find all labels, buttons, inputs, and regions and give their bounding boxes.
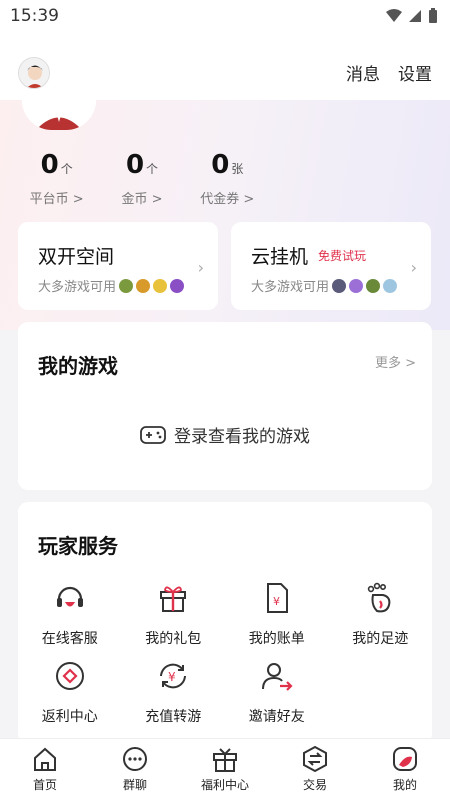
game-thumb-icon [170,278,185,293]
battery-icon [429,8,437,23]
game-thumb-icon [136,278,151,293]
game-thumb-icon [332,278,347,293]
footprint-icon [368,582,391,613]
gift-box-icon [213,748,237,772]
avatar[interactable] [18,57,50,89]
cloud-host-title-row: 云挂机 免费试玩 [251,242,366,269]
my-games-title: 我的游戏 [38,354,118,378]
trade-icon [303,745,327,773]
home-icon [34,747,56,771]
my-games-card: 我的游戏 更多 > 登录查看我的游戏 [18,322,432,490]
nav-label: 交易 [302,778,327,792]
invite-icon [261,663,293,691]
player-services-card: 玩家服务 在线客服 我的礼包 ¥ 我的账单 我的足迹 返利中心 ¥ 充值转游 邀… [18,502,432,744]
stat-label: 平台币 > [29,192,84,207]
stat-value: 0 [40,150,59,180]
profile-icon [393,747,417,771]
service-label: 我的账单 [248,631,305,647]
game-thumb-icon [349,278,364,293]
nav-welfare-center[interactable]: 福利中心 [185,745,265,793]
stat-unit: 个 [60,162,73,176]
stat-unit: 张 [231,162,244,176]
headset-icon [56,586,83,607]
cloud-host-card[interactable]: 云挂机 免费试玩 大多游戏可用 › [231,222,431,310]
cloud-host-subtitle-row: 大多游戏可用 [251,276,398,295]
dual-space-subtitle-row: 大多游戏可用 [38,276,185,295]
wifi-icon [386,9,402,22]
nav-mine[interactable]: 我的 [365,745,445,793]
login-view-games-link[interactable]: 登录查看我的游戏 [18,422,432,447]
service-recharge-transfer[interactable]: ¥ 充值转游 [122,658,226,726]
services-grid: 在线客服 我的礼包 ¥ 我的账单 我的足迹 返利中心 ¥ 充值转游 邀请好友 [18,580,432,726]
service-label: 在线客服 [41,631,98,647]
nav-label: 首页 [32,778,57,792]
service-label: 我的足迹 [352,631,409,647]
stat-label: 代金券 > [200,192,255,207]
service-label: 充值转游 [145,709,202,725]
stat-value: 0 [125,150,145,180]
gamepad-icon [140,425,166,444]
chevron-right-icon: › [410,258,417,277]
chat-icon [123,747,147,771]
messages-button[interactable]: 消息 [346,60,380,85]
dual-space-subtitle: 大多游戏可用 [38,280,117,295]
status-bar: 15:39 [0,0,450,32]
nav-home[interactable]: 首页 [5,745,85,793]
bottom-nav: 首页 群聊 福利中心 交易 我的 [0,738,450,800]
stat-voucher[interactable]: 0张 代金券 > [185,150,270,207]
dual-space-title: 双开空间 [38,246,115,268]
svg-text:¥: ¥ [273,595,280,608]
svg-text:¥: ¥ [168,670,176,684]
nav-label: 群聊 [122,778,147,792]
service-my-gifts[interactable]: 我的礼包 [122,580,226,648]
cloud-host-subtitle: 大多游戏可用 [251,280,330,295]
service-label: 返利中心 [41,709,98,725]
rebate-icon [55,662,84,690]
nav-label: 福利中心 [200,778,249,792]
service-invite-friends[interactable]: 邀请好友 [225,658,329,726]
stat-value: 0 [211,150,230,180]
stat-unit: 个 [146,162,159,176]
wallet-stats: 0个 平台币 > 0个 金币 > 0张 代金券 > [0,150,270,207]
my-games-more-link[interactable]: 更多 > [375,352,416,371]
service-rebate-center[interactable]: 返利中心 [18,658,122,726]
status-time: 15:39 [10,6,59,26]
cloud-host-title: 云挂机 [251,246,309,268]
dual-space-card[interactable]: 双开空间 大多游戏可用 › [18,222,218,310]
stat-label: 金币 > [121,192,163,207]
service-online-support[interactable]: 在线客服 [18,580,122,648]
status-icons [386,8,438,24]
game-thumb-icon [153,278,168,293]
service-label: 邀请好友 [248,709,305,725]
nav-group-chat[interactable]: 群聊 [95,745,175,793]
nav-label: 我的 [392,778,417,792]
bill-icon: ¥ [266,583,288,613]
header-links: 消息 设置 [346,60,432,85]
service-my-footprints[interactable]: 我的足迹 [329,580,433,648]
service-label: 我的礼包 [145,631,202,647]
game-thumb-icon [366,278,381,293]
stat-platform-coin[interactable]: 0个 平台币 > [14,150,99,207]
game-thumb-icon [119,278,134,293]
free-trial-badge: 免费试玩 [318,249,367,263]
settings-button[interactable]: 设置 [398,60,432,85]
nav-trade[interactable]: 交易 [275,745,355,793]
gift-icon [160,586,187,612]
login-view-games-text: 登录查看我的游戏 [174,427,310,447]
signal-icon [409,10,421,22]
game-thumb-icon [383,278,398,293]
player-services-title: 玩家服务 [38,534,118,558]
chevron-right-icon: › [197,258,204,277]
service-my-bills[interactable]: ¥ 我的账单 [225,580,329,648]
stat-gold-coin[interactable]: 0个 金币 > [99,150,184,207]
transfer-icon: ¥ [160,663,187,689]
